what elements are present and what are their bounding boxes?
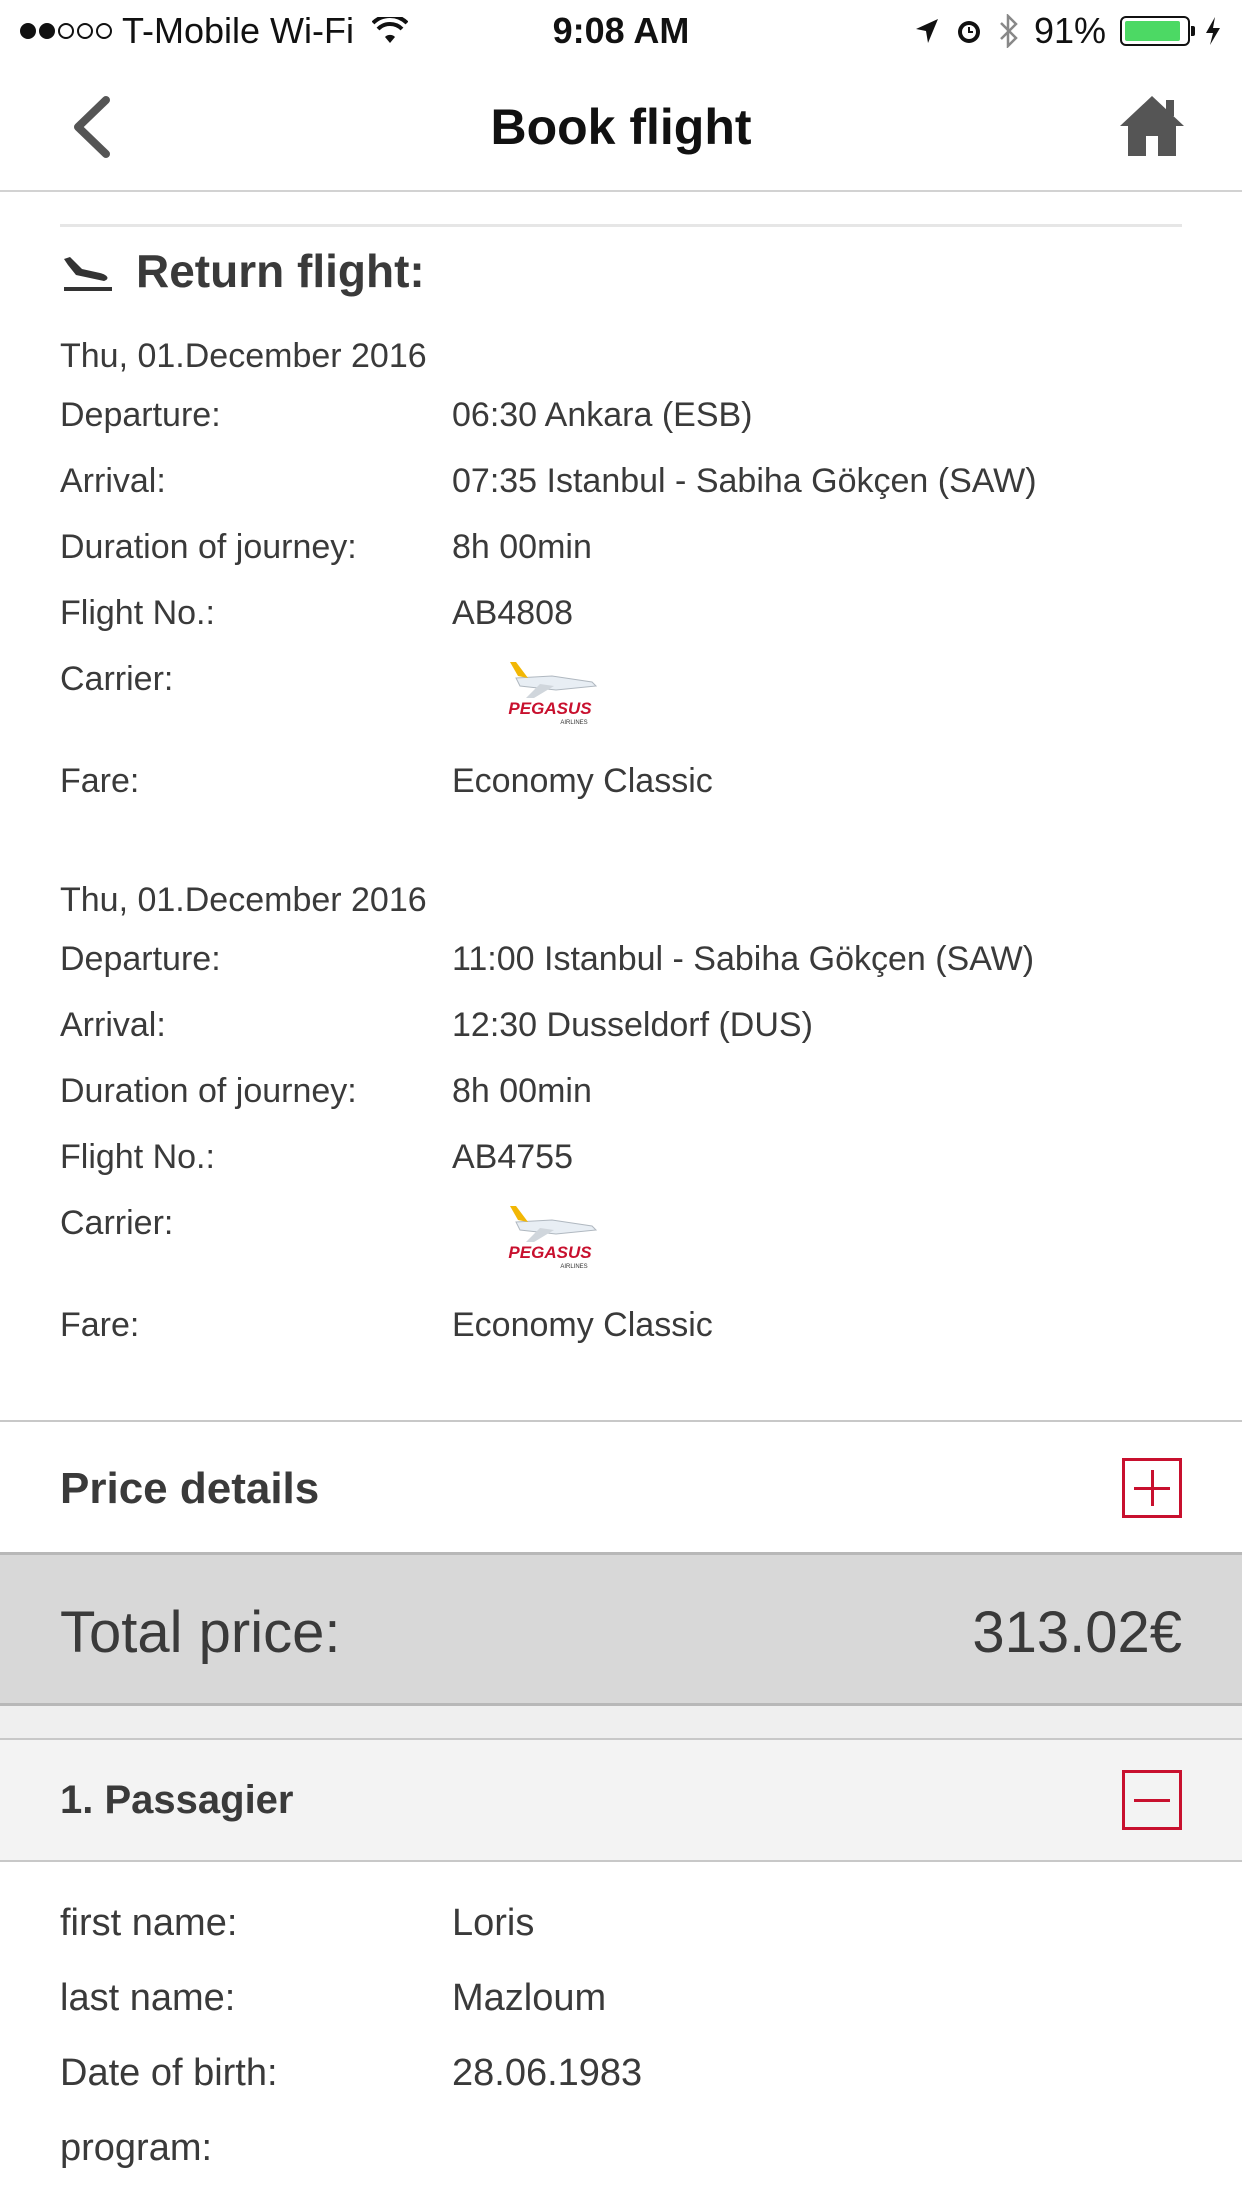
- flight-date: Thu, 01.December 2016: [60, 881, 427, 919]
- page-title: Book flight: [490, 99, 752, 155]
- last-name-value: Mazloum: [452, 1977, 607, 2019]
- passenger-header[interactable]: 1. Passagier: [0, 1738, 1242, 1862]
- program-row: program:: [60, 2111, 1182, 2186]
- flight-segment-2: Thu, 01.December 2016 Departure: 11:00 I…: [60, 874, 1182, 1358]
- date-of-birth-label: Date of birth:: [60, 2052, 278, 2094]
- total-price-value: 313.02€: [972, 1600, 1182, 1665]
- last-name-row: last name: Mazloum: [60, 1961, 1182, 2036]
- svg-text:PEGASUS: PEGASUS: [508, 1243, 592, 1262]
- arrival-row: Arrival: 07:35 Istanbul - Sabiha Gökçen …: [60, 448, 1182, 514]
- minus-box-icon[interactable]: [1122, 1770, 1182, 1830]
- svg-text:PEGASUS: PEGASUS: [508, 699, 592, 718]
- flight-segment-1: Thu, 01.December 2016 Departure: 06:30 A…: [60, 330, 1182, 814]
- flight-date: Thu, 01.December 2016: [60, 337, 427, 375]
- arrival-label: Arrival:: [60, 1006, 166, 1044]
- passenger-details: first name: Loris last name: Mazloum Dat…: [60, 1886, 1182, 2186]
- price-details-header[interactable]: Price details: [0, 1420, 1242, 1552]
- fare-value: Economy Classic: [452, 1306, 713, 1344]
- bluetooth-icon: [1000, 14, 1018, 48]
- duration-label: Duration of journey:: [60, 1072, 357, 1110]
- plus-box-icon[interactable]: [1122, 1458, 1182, 1518]
- duration-value: 8h 00min: [452, 1072, 592, 1110]
- battery-percent: 91%: [1033, 10, 1106, 51]
- section-title: Return flight:: [136, 245, 425, 297]
- passenger-title: 1. Passagier: [60, 1778, 294, 1822]
- carrier-label: Carrier:: [60, 660, 174, 698]
- status-right: 91%: [914, 10, 1222, 52]
- return-flight-header: Return flight:: [60, 244, 425, 298]
- flight-number-value: AB4755: [452, 1138, 573, 1176]
- date-of-birth-value: 28.06.1983: [452, 2052, 643, 2094]
- program-label: program:: [60, 2127, 213, 2169]
- location-arrow-icon: [915, 19, 938, 43]
- charging-bolt-icon: [1206, 17, 1220, 45]
- first-name-label: first name:: [60, 1902, 238, 1944]
- flight-number-value: AB4808: [452, 594, 573, 632]
- divider: [60, 224, 1182, 227]
- carrier-row: Carrier: PEGASUS AIRLINES: [60, 1190, 1182, 1292]
- home-icon[interactable]: [1118, 92, 1186, 158]
- svg-text:AIRLINES: AIRLINES: [560, 1264, 587, 1270]
- departure-label: Departure:: [60, 940, 221, 978]
- price-details-title: Price details: [60, 1464, 320, 1513]
- duration-row: Duration of journey: 8h 00min: [60, 1058, 1182, 1124]
- fare-row: Fare: Economy Classic: [60, 748, 1182, 814]
- carrier-label: Carrier:: [60, 1204, 174, 1242]
- first-name-value: Loris: [452, 1902, 535, 1944]
- pegasus-airlines-logo: PEGASUS AIRLINES: [508, 1206, 598, 1270]
- total-price-bar: Total price: 313.02€: [0, 1552, 1242, 1706]
- fare-label: Fare:: [60, 1306, 140, 1344]
- duration-label: Duration of journey:: [60, 528, 357, 566]
- battery-icon: [1120, 16, 1195, 46]
- pegasus-airlines-logo: PEGASUS AIRLINES: [508, 662, 598, 726]
- first-name-row: first name: Loris: [60, 1886, 1182, 1961]
- total-price-label: Total price:: [60, 1600, 341, 1665]
- departure-value: 11:00 Istanbul - Sabiha Gökçen (SAW): [452, 940, 1035, 978]
- section-spacer: [0, 1706, 1242, 1740]
- fare-label: Fare:: [60, 762, 140, 800]
- flight-number-row: Flight No.: AB4808: [60, 580, 1182, 646]
- alarm-icon: [957, 21, 980, 43]
- departure-row: Departure: 11:00 Istanbul - Sabiha Gökçe…: [60, 926, 1182, 992]
- arrival-label: Arrival:: [60, 462, 166, 500]
- last-name-label: last name:: [60, 1977, 236, 2019]
- duration-row: Duration of journey: 8h 00min: [60, 514, 1182, 580]
- duration-value: 8h 00min: [452, 528, 592, 566]
- fare-value: Economy Classic: [452, 762, 713, 800]
- date-of-birth-row: Date of birth: 28.06.1983: [60, 2036, 1182, 2111]
- flight-number-label: Flight No.:: [60, 1138, 215, 1176]
- carrier-row: Carrier: PEGASUS AIRLINES: [60, 646, 1182, 748]
- status-bar: T-Mobile Wi-Fi 9:08 AM 91%: [0, 0, 1242, 62]
- flight-number-label: Flight No.:: [60, 594, 215, 632]
- svg-text:AIRLINES: AIRLINES: [560, 720, 587, 726]
- departure-row: Departure: 06:30 Ankara (ESB): [60, 382, 1182, 448]
- departure-label: Departure:: [60, 396, 221, 434]
- navigation-bar: Book flight: [0, 62, 1242, 192]
- plane-landing-icon: [64, 257, 112, 291]
- arrival-value: 07:35 Istanbul - Sabiha Gökçen (SAW): [452, 462, 1037, 500]
- arrival-row: Arrival: 12:30 Dusseldorf (DUS): [60, 992, 1182, 1058]
- arrival-value: 12:30 Dusseldorf (DUS): [452, 1006, 813, 1044]
- flight-number-row: Flight No.: AB4755: [60, 1124, 1182, 1190]
- fare-row: Fare: Economy Classic: [60, 1292, 1182, 1358]
- departure-value: 06:30 Ankara (ESB): [452, 396, 753, 434]
